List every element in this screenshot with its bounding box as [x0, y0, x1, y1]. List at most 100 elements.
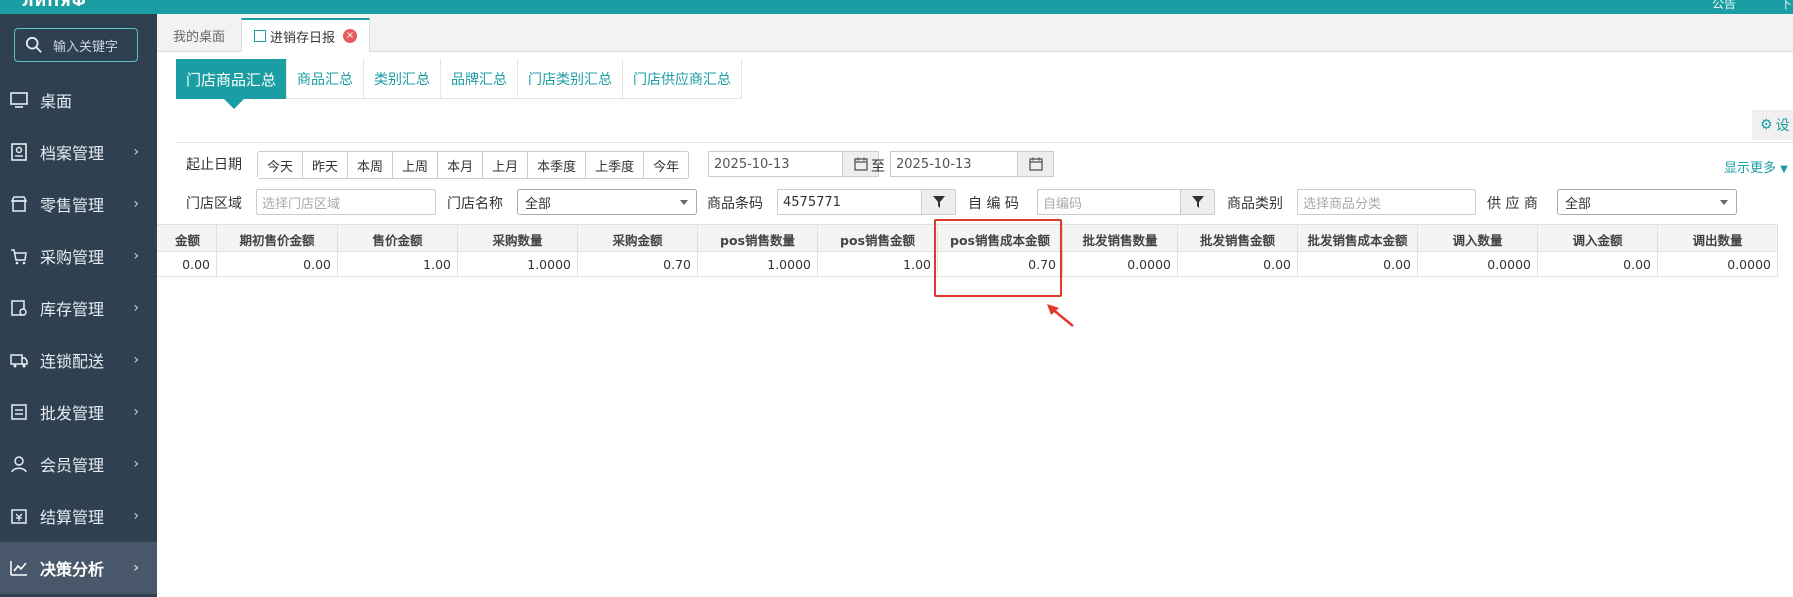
column-header[interactable]: 期初售价金额: [217, 225, 338, 253]
settlement-icon: [8, 505, 30, 527]
subtab-brand-summary[interactable]: 品牌汇总: [441, 59, 519, 99]
column-header[interactable]: 采购金额: [578, 225, 698, 253]
supplier-select[interactable]: 全部: [1557, 189, 1737, 215]
sidebar-item-delivery[interactable]: 连锁配送 ›: [0, 334, 157, 386]
date-separator: 至: [871, 159, 885, 175]
date-btn-this-week[interactable]: 本周: [348, 152, 394, 178]
column-header[interactable]: 调入数量: [1418, 225, 1538, 253]
column-header[interactable]: 调入金额: [1538, 225, 1658, 253]
subtab-category-summary[interactable]: 类别汇总: [364, 59, 442, 99]
delivery-icon: [8, 349, 30, 371]
column-header[interactable]: 批发销售数量: [1063, 225, 1178, 253]
date-btn-this-year[interactable]: 今年: [644, 152, 689, 178]
sidebar-item-wholesale[interactable]: 批发管理 ›: [0, 386, 157, 438]
column-header[interactable]: 售价金额: [338, 225, 458, 253]
sidebar-item-label: 零售管理: [40, 196, 105, 215]
sidebar-item-member[interactable]: 会员管理 ›: [0, 438, 157, 490]
table-cell: 0.00: [1178, 252, 1298, 277]
subtab-goods-summary[interactable]: 商品汇总: [287, 59, 365, 99]
search-placeholder: 输入关键字: [53, 39, 119, 55]
date-btn-this-month[interactable]: 本月: [438, 152, 484, 178]
region-label: 门店区域: [186, 196, 242, 212]
sidebar-item-label: 桌面: [40, 92, 73, 111]
date-btn-this-quarter[interactable]: 本季度: [528, 152, 587, 178]
chevron-right-icon: ›: [133, 196, 139, 212]
region-input[interactable]: 选择门店区域: [256, 189, 436, 215]
show-more-link[interactable]: 显示更多 ▼: [1724, 157, 1788, 176]
tab-inventory-daily-report[interactable]: 进销存日报 ×: [241, 18, 371, 52]
barcode-input[interactable]: 4575771: [777, 189, 956, 215]
chevron-right-icon: ›: [133, 508, 139, 524]
archive-icon: [8, 141, 30, 163]
supplier-label: 供 应 商: [1487, 196, 1538, 212]
chevron-right-icon: ›: [133, 560, 139, 576]
sidebar-item-label: 会员管理: [40, 456, 105, 475]
category-label: 商品类别: [1227, 196, 1283, 212]
column-header[interactable]: pos销售数量: [698, 225, 818, 253]
calendar-icon[interactable]: [1017, 152, 1053, 176]
date-btn-last-month[interactable]: 上月: [483, 152, 529, 178]
sidebar-item-desktop[interactable]: 桌面: [0, 74, 157, 126]
subtab-store-category-summary[interactable]: 门店类别汇总: [518, 59, 624, 99]
date-from-input[interactable]: 2025-10-13: [708, 151, 879, 177]
caret-down-icon: [1720, 200, 1728, 205]
date-btn-today[interactable]: 今天: [258, 152, 304, 178]
shop-icon: [8, 193, 30, 215]
sidebar-search-input[interactable]: 输入关键字: [14, 28, 138, 62]
date-range-label: 起止日期: [186, 157, 242, 173]
wholesale-icon: [8, 401, 30, 423]
column-header[interactable]: 批发销售金额: [1178, 225, 1298, 253]
selfcode-label: 自 编 码: [968, 196, 1019, 212]
table-cell: 0.00: [217, 252, 338, 277]
show-more-label: 显示更多: [1724, 161, 1777, 176]
chevron-right-icon: ›: [133, 248, 139, 264]
selfcode-input[interactable]: 自编码: [1037, 189, 1215, 215]
column-header[interactable]: 批发销售成本金额: [1298, 225, 1418, 253]
filter-icon[interactable]: [921, 190, 955, 214]
category-input[interactable]: 选择商品分类: [1297, 189, 1476, 215]
sidebar-item-settlement[interactable]: 结算管理 ›: [0, 490, 157, 542]
table-cell: 0.0000: [1418, 252, 1538, 277]
inventory-icon: [8, 297, 30, 319]
chevron-down-icon: ▼: [1780, 164, 1788, 175]
subtab-store-supplier-summary[interactable]: 门店供应商汇总: [623, 59, 743, 99]
subtab-store-goods-summary[interactable]: 门店商品汇总: [176, 59, 288, 109]
store-select[interactable]: 全部: [517, 189, 697, 215]
tab-label: 进销存日报: [270, 30, 336, 46]
analytics-icon: [8, 557, 30, 579]
settings-button[interactable]: ⚙ 设: [1752, 110, 1793, 140]
divider: [176, 142, 1793, 143]
date-btn-yesterday[interactable]: 昨天: [303, 152, 349, 178]
tab-home[interactable]: 我的桌面: [161, 18, 237, 52]
sidebar-item-retail[interactable]: 零售管理 ›: [0, 178, 157, 230]
date-btn-last-week[interactable]: 上周: [393, 152, 439, 178]
date-to-input[interactable]: 2025-10-13: [890, 151, 1054, 177]
annotation-highlight-box: [934, 219, 1062, 297]
notice-link[interactable]: 公告: [1712, 0, 1736, 12]
chevron-right-icon: ›: [133, 144, 139, 160]
sidebar-item-label: 库存管理: [40, 300, 105, 319]
table-cell: 0.0000: [1063, 252, 1178, 277]
sidebar-item-purchase[interactable]: 采购管理 ›: [0, 230, 157, 282]
table-cell: 0.00: [1298, 252, 1418, 277]
supplier-select-value: 全部: [1565, 196, 1592, 212]
barcode-value: 4575771: [783, 194, 841, 210]
selfcode-placeholder: 自编码: [1043, 196, 1083, 212]
filter-icon[interactable]: [1180, 190, 1214, 214]
annotation-arrow-icon: [1047, 304, 1074, 327]
chevron-right-icon: ›: [133, 352, 139, 368]
column-header[interactable]: 调出数量: [1658, 225, 1778, 253]
column-header[interactable]: 金额: [157, 225, 217, 253]
search-icon: [25, 36, 42, 53]
close-icon[interactable]: ×: [343, 29, 358, 43]
report-subtabs: 门店商品汇总 商品汇总 类别汇总 品牌汇总 门店类别汇总 门店供应商汇总: [176, 59, 743, 109]
column-header[interactable]: pos销售金额: [818, 225, 938, 253]
date-btn-last-quarter[interactable]: 上季度: [586, 152, 645, 178]
sidebar-item-archive[interactable]: 档案管理 ›: [0, 126, 157, 178]
top-bar: ЛИПЯФ 公告 下: [0, 0, 1793, 14]
user-menu-fragment[interactable]: 下: [1780, 0, 1792, 12]
sidebar-item-inventory[interactable]: 库存管理 ›: [0, 282, 157, 334]
member-icon: [8, 453, 30, 475]
column-header[interactable]: 采购数量: [458, 225, 578, 253]
sidebar-item-analytics[interactable]: 决策分析 ›: [0, 542, 157, 594]
